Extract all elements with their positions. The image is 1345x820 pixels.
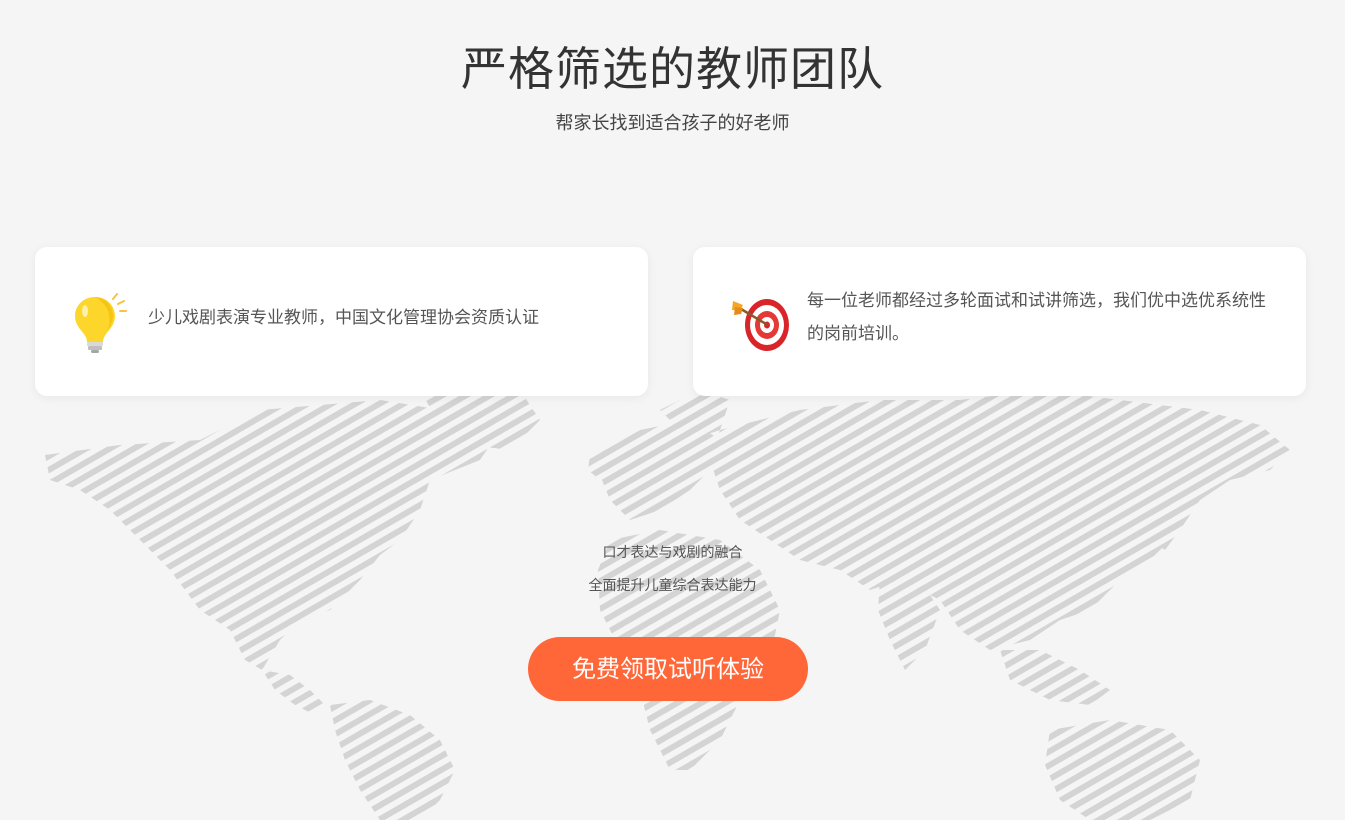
- target-icon: [732, 299, 789, 351]
- card-text-screening: 每一位老师都经过多轮面试和试讲筛选，我们优中选优系统性的岗前培训。: [807, 291, 1266, 344]
- promo-line-2: 全面提升儿童综合表达能力: [588, 578, 757, 594]
- section-subtitle: 帮家长找到适合孩子的好老师: [555, 113, 790, 134]
- lightbulb-icon: [75, 293, 127, 353]
- promo-line-1: 口才表达与戏剧的融合: [602, 545, 743, 561]
- feature-card-screening: 每一位老师都经过多轮面试和试讲筛选，我们优中选优系统性的岗前培训。: [693, 247, 1306, 396]
- page: 严格筛选的教师团队 帮家长找到适合孩子的好老师 少儿戏剧表演专业教师，中国文化管…: [0, 0, 1345, 820]
- feature-card-qualification: 少儿戏剧表演专业教师，中国文化管理协会资质认证: [35, 247, 648, 396]
- section-title: 严格筛选的教师团队: [461, 42, 884, 96]
- card-text-qualification: 少儿戏剧表演专业教师，中国文化管理协会资质认证: [148, 308, 539, 328]
- free-trial-button[interactable]: 免费领取试听体验: [528, 637, 808, 701]
